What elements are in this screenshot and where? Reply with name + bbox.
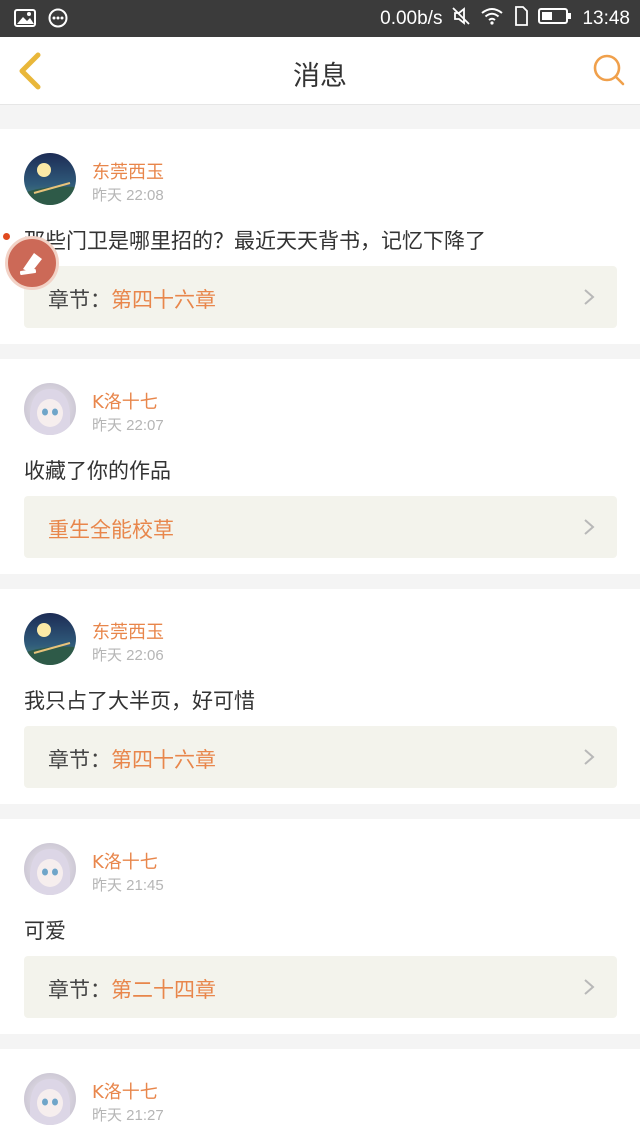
sim-icon — [514, 6, 529, 32]
network-speed: 0.00b/s — [380, 8, 443, 29]
chevron-right-icon — [584, 749, 595, 765]
floating-tool-button[interactable] — [5, 236, 59, 290]
ref-value: 第四十六章 — [111, 748, 216, 772]
avatar[interactable] — [24, 1073, 76, 1125]
work-link[interactable]: 重生全能校草 — [24, 496, 617, 558]
user-name[interactable]: 东莞西玉 — [92, 618, 164, 644]
user-name[interactable]: 东莞西玉 — [92, 158, 164, 184]
brush-icon — [19, 253, 42, 275]
mute-icon — [452, 6, 471, 32]
ref-value: 重生全能校草 — [48, 518, 174, 542]
search-icon — [593, 54, 625, 86]
clock: 13:48 — [582, 8, 630, 29]
chapter-link[interactable]: 章节：第四十六章 — [24, 266, 617, 328]
message-text: 可爱 — [24, 919, 66, 943]
avatar[interactable] — [24, 843, 76, 895]
message-card[interactable]: K洛十七 昨天 21:27 — [0, 1049, 640, 1138]
ref-label: 章节： — [48, 748, 111, 772]
message-card[interactable]: 东莞西玉 昨天 22:08 那些门卫是哪里招的？最近天天背书，记忆下降了 章节：… — [0, 129, 640, 344]
ref-label: 章节： — [48, 288, 111, 312]
ref-label: 章节： — [48, 978, 111, 1002]
timestamp: 昨天 22:07 — [92, 417, 164, 434]
timestamp: 昨天 22:06 — [92, 647, 164, 664]
search-button[interactable] — [592, 53, 626, 87]
chapter-link[interactable]: 章节：第四十六章 — [24, 726, 617, 788]
chevron-right-icon — [584, 519, 595, 535]
status-bar: 0.00b/s 13:48 — [0, 0, 640, 37]
wifi-icon — [480, 7, 504, 31]
page-title: 消息 — [293, 61, 347, 92]
timestamp: 昨天 21:27 — [92, 1107, 164, 1124]
chapter-link[interactable]: 章节：第二十四章 — [24, 956, 617, 1018]
user-name[interactable]: K洛十七 — [92, 848, 158, 874]
chevron-right-icon — [584, 289, 595, 305]
message-card[interactable]: 东莞西玉 昨天 22:06 我只占了大半页，好可惜 章节：第四十六章 — [0, 589, 640, 804]
message-card[interactable]: K洛十七 昨天 22:07 收藏了你的作品 重生全能校草 — [0, 359, 640, 574]
user-name[interactable]: K洛十七 — [92, 388, 158, 414]
message-text: 我只占了大半页，好可惜 — [24, 689, 255, 713]
message-card[interactable]: K洛十七 昨天 21:45 可爱 章节：第二十四章 — [0, 819, 640, 1034]
avatar[interactable] — [24, 383, 76, 435]
timestamp: 昨天 22:08 — [92, 187, 164, 204]
message-text: 那些门卫是哪里招的？最近天天背书，记忆下降了 — [24, 229, 486, 253]
more-dots-icon — [48, 8, 68, 32]
image-icon — [14, 9, 36, 31]
timestamp: 昨天 21:45 — [92, 877, 164, 894]
user-name[interactable]: K洛十七 — [92, 1078, 158, 1104]
message-text: 收藏了你的作品 — [24, 459, 171, 483]
battery-icon — [538, 7, 572, 31]
avatar[interactable] — [24, 613, 76, 665]
ref-value: 第四十六章 — [111, 288, 216, 312]
nav-bar: 消息 — [0, 37, 640, 105]
chevron-right-icon — [584, 979, 595, 995]
ref-value: 第二十四章 — [111, 978, 216, 1002]
avatar[interactable] — [24, 153, 76, 205]
